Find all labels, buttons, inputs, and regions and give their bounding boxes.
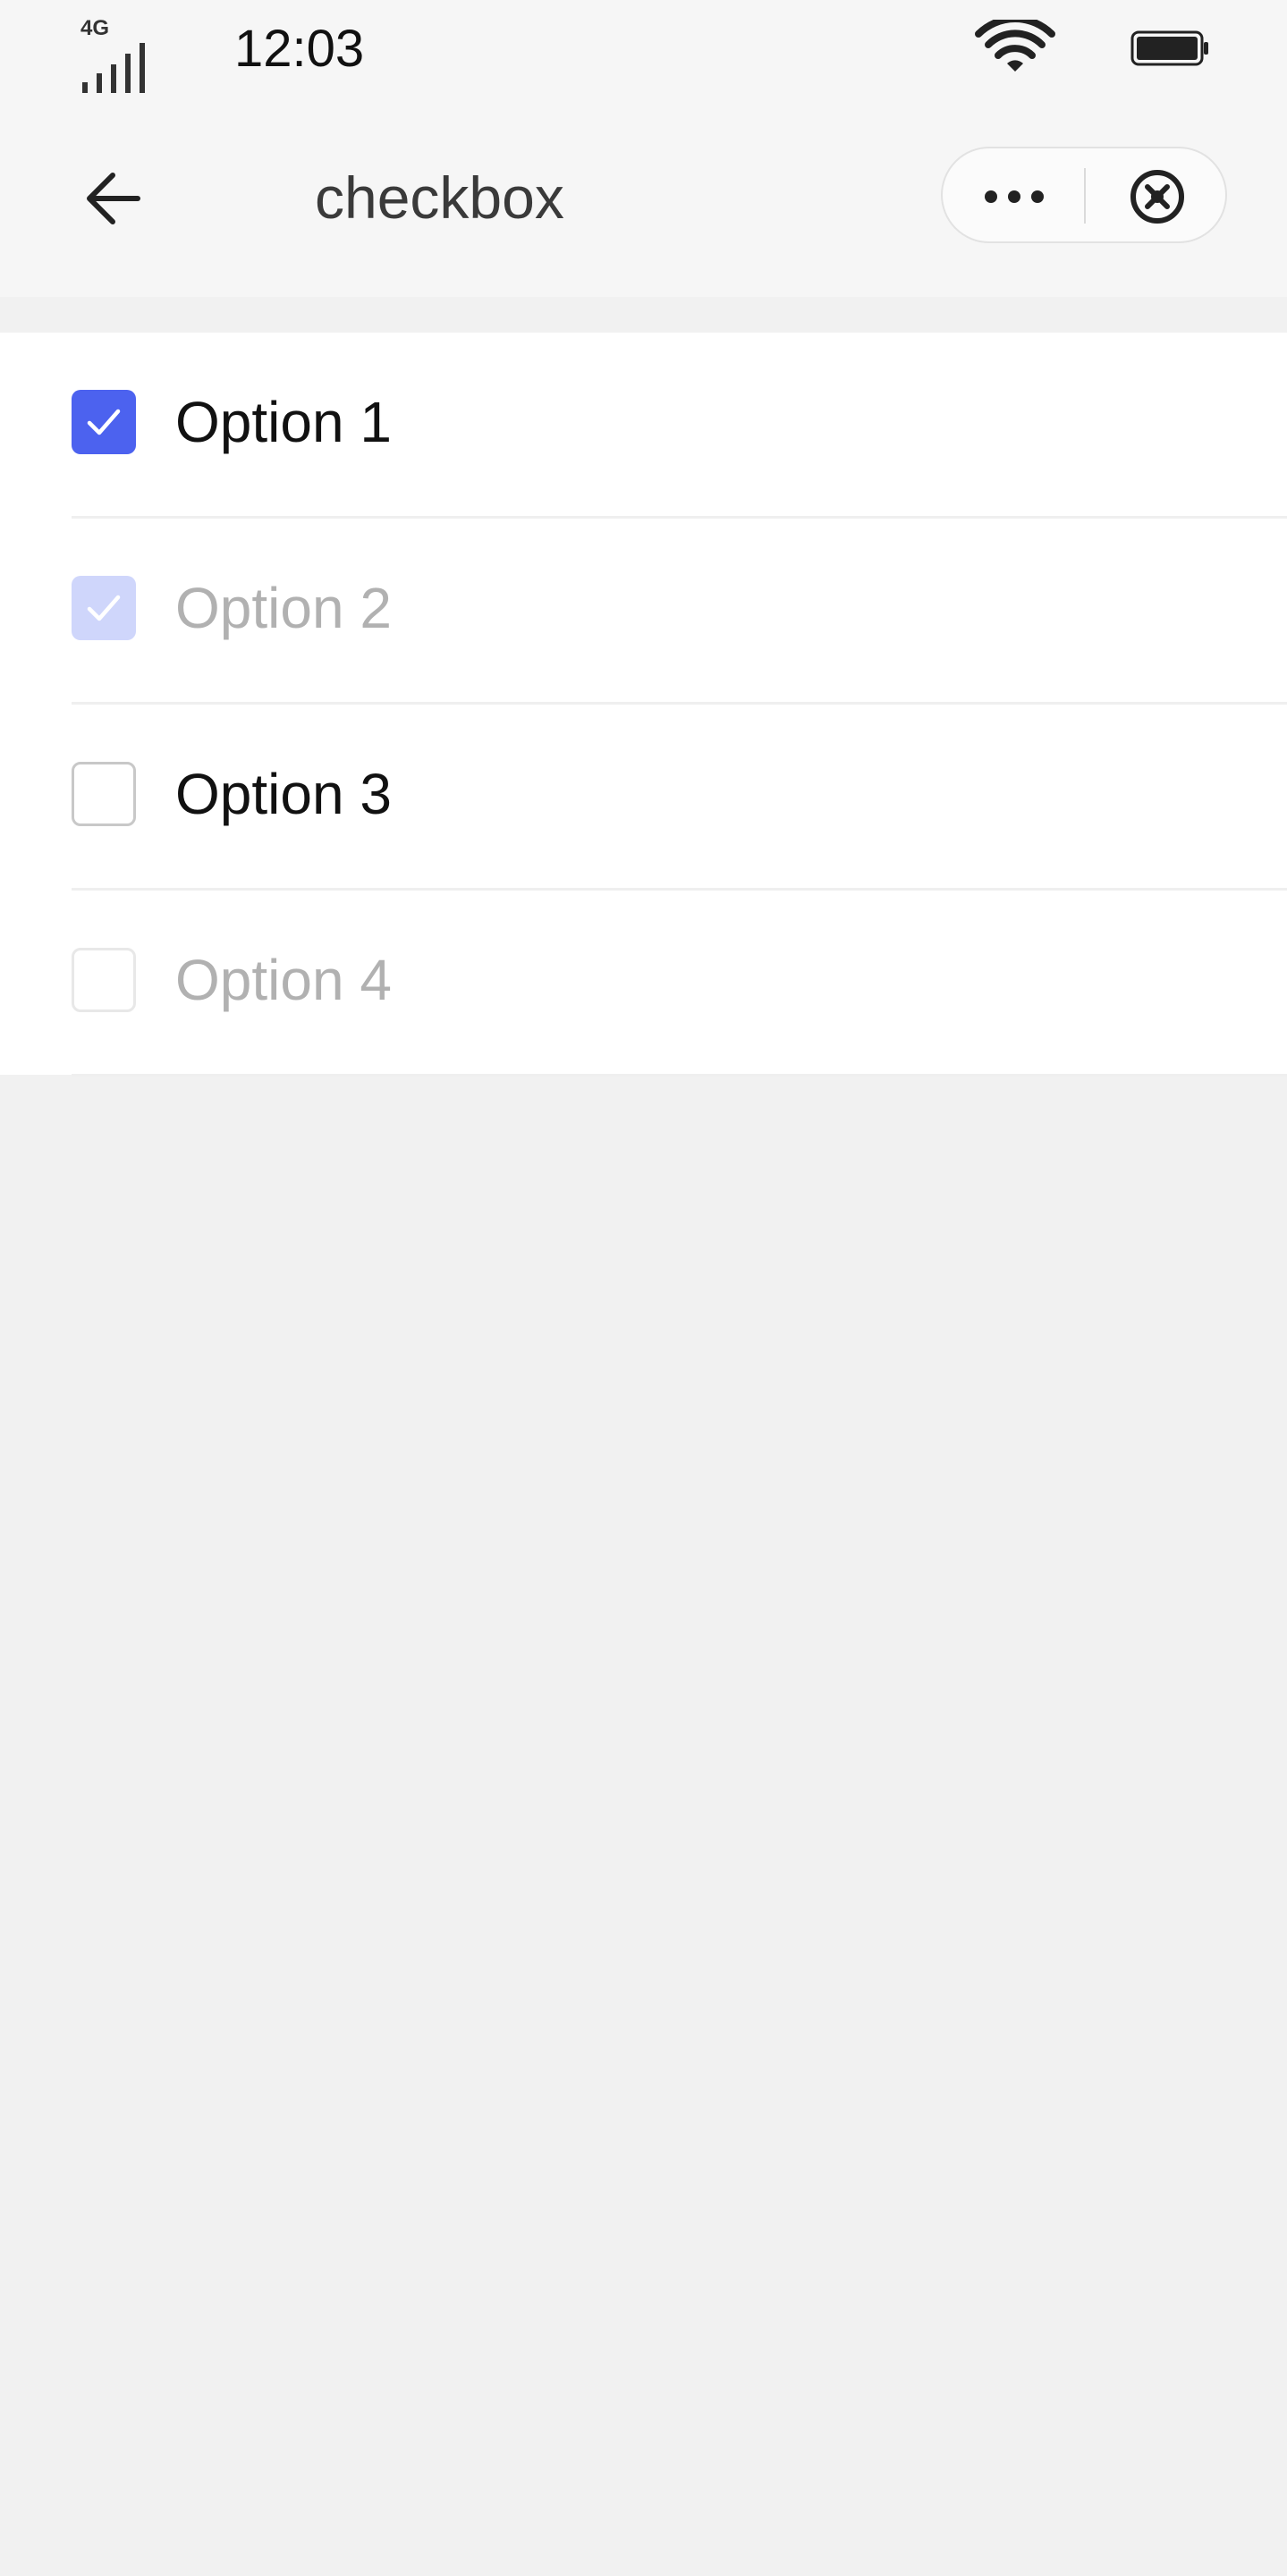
navigation-bar: checkbox [0,98,1287,297]
battery-icon [1130,30,1208,66]
checkbox-label: Option 2 [175,576,392,640]
network-type: 4G [80,16,110,40]
checkbox-item-option-4: Option 4 [0,891,1287,1077]
menu-capsule [941,147,1227,243]
checkbox-list: Option 1 Option 2 Option 3 Option 4 [0,333,1287,1077]
divider [72,1074,1287,1077]
status-bar: 4G 12:03 [0,0,1287,98]
signal-icon [82,43,145,93]
checkbox-checked-disabled [72,576,136,640]
checkbox-item-option-1[interactable]: Option 1 [0,333,1287,519]
checkbox-unchecked[interactable] [72,762,136,826]
back-icon[interactable] [79,163,150,234]
checkbox-unchecked-disabled [72,948,136,1012]
checkbox-label: Option 4 [175,948,392,1012]
checkbox-item-option-3[interactable]: Option 3 [0,705,1287,891]
checkbox-label: Option 1 [175,390,392,454]
capsule-divider [1084,168,1086,224]
check-icon [87,409,121,435]
wifi-icon [975,20,1055,72]
checkbox-item-option-2: Option 2 [0,519,1287,705]
status-time: 12:03 [234,20,365,78]
page-title: checkbox [315,165,564,231]
signal-indicator: 4G [79,16,159,93]
check-icon [87,595,121,621]
more-icon[interactable] [969,161,1059,232]
close-icon[interactable] [1122,163,1193,231]
checkbox-checked[interactable] [72,390,136,454]
checkbox-label: Option 3 [175,762,392,826]
